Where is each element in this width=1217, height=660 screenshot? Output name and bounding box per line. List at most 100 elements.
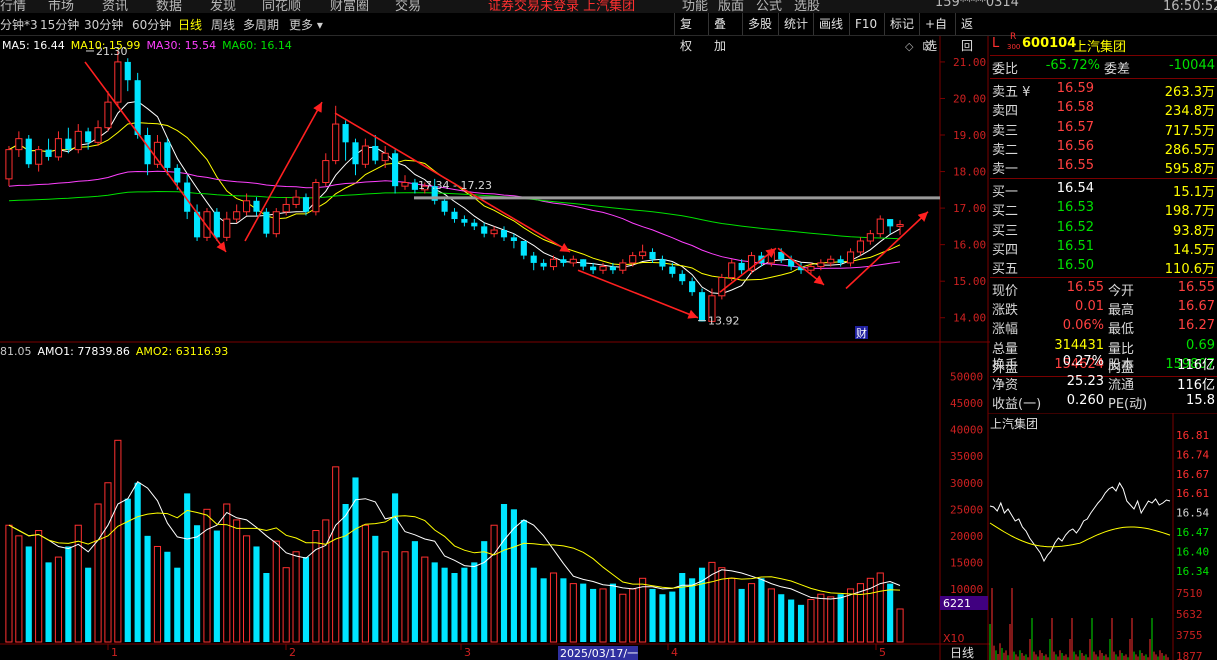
candle-body xyxy=(332,123,340,162)
period-tab[interactable]: 更多 ▾ xyxy=(289,16,323,33)
price-axis-label: 18.00 xyxy=(953,166,986,179)
volume-bar xyxy=(698,567,706,642)
stat-value-2: 16.67 xyxy=(1177,299,1215,315)
mini-volume-axis-label: 1877 xyxy=(1176,650,1203,660)
candle-body xyxy=(361,145,369,165)
daily-line-button[interactable]: 日线 xyxy=(950,646,974,660)
candle-body xyxy=(649,251,656,260)
candle-body xyxy=(302,197,310,212)
top-menu-item[interactable]: 交易 xyxy=(395,0,421,13)
volume-bar xyxy=(421,556,429,643)
top-menu-item[interactable]: 发现 xyxy=(210,0,236,13)
stat2-row: 收益(一) 0.260 PE(动) 15.8 xyxy=(990,392,1217,412)
buy-level-row: 买五 16.50 110.6万 xyxy=(990,257,1217,278)
volume-bar xyxy=(194,525,201,642)
volume-bar xyxy=(5,524,13,643)
top-menu-item[interactable]: 功能 xyxy=(682,0,708,13)
volume-bar xyxy=(728,577,736,643)
top-menu-item[interactable]: 证券交易未登录 上汽集团 xyxy=(488,0,635,13)
candle-body xyxy=(530,255,537,263)
volume-bar xyxy=(569,583,577,643)
buy-level-label: 买三 xyxy=(992,223,1019,239)
buy-level-volume: 15.1万 xyxy=(1173,185,1215,200)
top-menu-item[interactable]: 16:50:52 周五 xyxy=(1163,0,1217,13)
toolbar-button[interactable]: 标记 xyxy=(884,13,919,35)
volume-bar xyxy=(827,596,835,643)
top-menu-item[interactable]: 公式 xyxy=(756,0,782,13)
period-tab[interactable]: 60分钟 xyxy=(132,16,171,33)
close-icon[interactable]: ⊠ xyxy=(922,39,932,53)
divider xyxy=(990,78,1217,79)
candle-body xyxy=(352,142,359,165)
volume-bar xyxy=(65,546,72,642)
buy-level-volume: 110.6万 xyxy=(1164,262,1215,278)
volume-bar xyxy=(451,573,458,642)
period-tab[interactable]: 周线 xyxy=(211,16,235,33)
top-menu-item[interactable]: 市场 xyxy=(48,0,74,13)
volume-bar xyxy=(213,530,220,642)
top-menu-item[interactable]: 版面 xyxy=(718,0,744,13)
candle-body xyxy=(312,182,320,213)
stock-flag-l: L xyxy=(992,36,1000,51)
sell-level-volume: 286.5万 xyxy=(1164,142,1215,158)
volume-unit-label: X10 xyxy=(943,632,965,645)
candle-body xyxy=(500,230,508,238)
volume-bar xyxy=(54,556,63,643)
quote-panel: L R 300 600104 上汽集团 委比 -65.72% 委差 -10044 卖五 ¥ 16.5… xyxy=(990,32,1217,413)
toolbar-button[interactable]: 统计 xyxy=(778,13,813,35)
period-tab[interactable]: 多周期 xyxy=(243,16,279,33)
volume-bar xyxy=(896,608,904,643)
candle-body xyxy=(253,200,260,212)
diamond-icon[interactable]: ◇ xyxy=(905,40,914,53)
period-tab[interactable]: 日线 xyxy=(178,16,202,33)
top-menu-item[interactable]: 同花顺 xyxy=(262,0,301,13)
top-menu-item[interactable]: 选股 xyxy=(794,0,820,13)
toolbar-button[interactable]: F10 xyxy=(849,13,884,35)
volume-bar xyxy=(322,519,330,643)
candle-body xyxy=(372,145,379,161)
stat2-label-1: 净资 xyxy=(992,377,1019,393)
mini-average-line xyxy=(989,522,1171,548)
candle-body xyxy=(153,141,162,165)
period-tab[interactable]: 分钟*3 xyxy=(0,16,38,33)
volume-bar xyxy=(540,578,547,642)
sell-level-label: 卖一 xyxy=(992,162,1019,178)
candle-body xyxy=(213,211,220,238)
toolbar-button[interactable]: 叠加 xyxy=(708,13,742,53)
period-tab[interactable]: 15分钟 xyxy=(40,16,79,33)
candle-body xyxy=(322,160,330,184)
stock-flag-r: R xyxy=(1010,32,1017,42)
buy-level-row: 买三 16.52 93.8万 xyxy=(990,219,1217,239)
trend-arrow-drawing xyxy=(777,247,825,286)
candle-body xyxy=(639,251,647,257)
toolbar-button[interactable]: 多股 xyxy=(742,13,778,35)
top-menu-item[interactable]: 资讯 xyxy=(102,0,128,13)
top-menu-item[interactable]: 数据 xyxy=(156,0,182,13)
stat2-label-2: PE(动) xyxy=(1108,397,1148,412)
toolbar-button[interactable]: 画线 xyxy=(813,13,849,35)
fin-badge-text: 财 xyxy=(856,326,867,340)
toolbar-button[interactable]: +自选 xyxy=(919,13,955,53)
candle-body xyxy=(134,80,141,136)
candle-body xyxy=(263,211,270,234)
period-tab[interactable]: 30分钟 xyxy=(84,16,123,33)
top-menu-item[interactable]: 159****0314 xyxy=(935,0,1019,10)
volume-axis-label: 40000 xyxy=(950,424,983,437)
divider xyxy=(990,277,1217,278)
mini-axis-label: 16.54 xyxy=(1176,507,1209,520)
top-menu-item[interactable]: 财富圈 xyxy=(330,0,369,13)
stock-flag-sub: 300 xyxy=(1007,43,1021,51)
top-menu-item[interactable]: 行情 xyxy=(0,0,26,13)
volume-bar xyxy=(797,604,805,642)
sell-level-price: 16.58 xyxy=(1056,100,1094,116)
volume-bar xyxy=(599,588,607,643)
volume-bar xyxy=(590,588,597,642)
stat-value-2: 16.27 xyxy=(1177,318,1215,334)
candle-body xyxy=(282,203,290,213)
volume-bar xyxy=(15,535,23,643)
sell-level-row: 卖一 16.55 595.8万 xyxy=(990,157,1217,178)
toolbar-button[interactable]: 复权 xyxy=(674,13,708,53)
toolbar-button[interactable]: 返回 xyxy=(955,13,987,53)
amo-legend-item: AMO2: 63116.93 xyxy=(135,345,229,358)
intraday-mini-chart[interactable]: 上汽集团 16.81 16.74 16.67 16.61 16.54 16.47 16.40 1… xyxy=(988,413,1217,660)
